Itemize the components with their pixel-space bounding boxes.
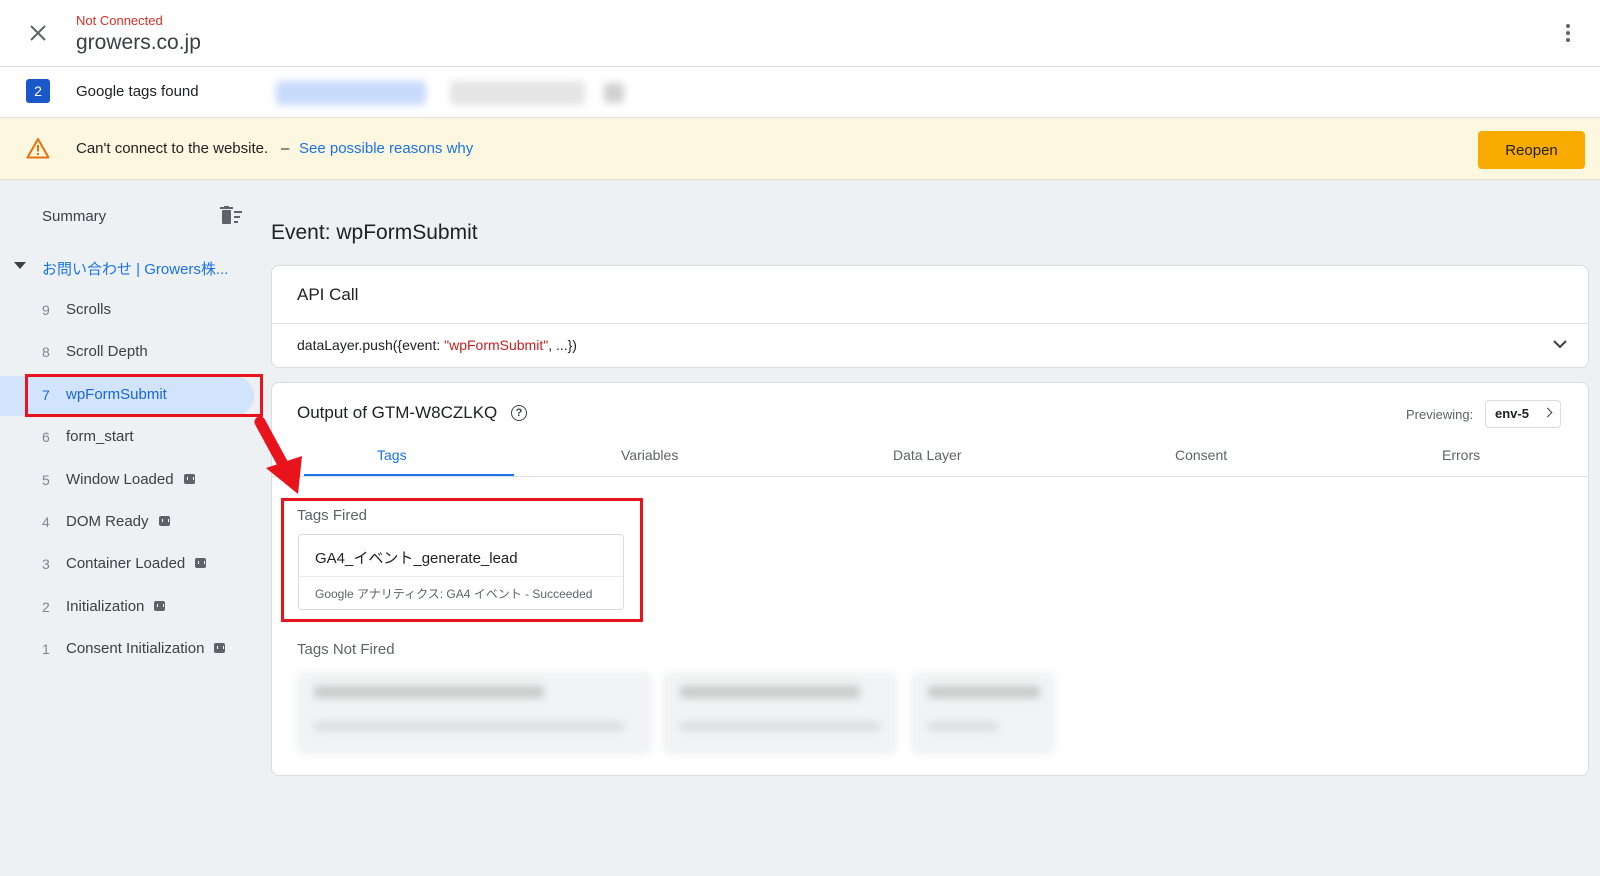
redacted-tag-status — [314, 722, 624, 731]
sidebar-event-item[interactable]: 3 Container Loaded — [0, 545, 262, 585]
code-event-string: "wpFormSubmit" — [444, 337, 549, 353]
code-suffix: , ...}) — [548, 337, 577, 353]
sidebar-event-item[interactable]: 2 Initialization — [0, 588, 262, 628]
divider — [272, 476, 1588, 477]
environment-selector[interactable]: env-5 — [1485, 400, 1561, 428]
divider — [272, 323, 1588, 324]
redacted-tag-name — [928, 686, 1040, 698]
tab-variables[interactable]: Variables — [621, 447, 678, 463]
sidebar-event-item[interactable]: 5 Window Loaded — [0, 461, 262, 501]
event-number: 9 — [42, 302, 50, 318]
api-event-icon — [158, 516, 170, 527]
event-label: form_start — [66, 428, 134, 445]
connection-status: Not Connected — [76, 13, 163, 28]
event-label-text: Container Loaded — [66, 555, 186, 573]
chevron-down-icon[interactable] — [1552, 336, 1568, 352]
sidebar-event-item[interactable]: 1 Consent Initialization — [0, 630, 262, 670]
highlight-box-tags-fired — [281, 498, 643, 622]
event-number: 5 — [42, 471, 50, 488]
event-number: 8 — [42, 344, 50, 361]
more-options-icon[interactable] — [1556, 20, 1580, 46]
domain-title: growers.co.jp — [76, 31, 201, 54]
redacted-tag-card[interactable] — [298, 673, 650, 753]
warning-separator: – — [281, 140, 290, 157]
redacted-tag-chip[interactable] — [276, 81, 426, 105]
event-label: Container Loaded — [66, 555, 207, 573]
event-label-text: Initialization — [66, 597, 145, 615]
redacted-tag-status — [928, 722, 998, 731]
possible-reasons-link[interactable]: See possible reasons why — [299, 140, 473, 157]
api-event-icon — [183, 473, 195, 484]
tags-found-label: Google tags found — [76, 83, 199, 100]
tags-count-badge: 2 — [26, 79, 50, 103]
clear-messages-icon[interactable] — [220, 206, 242, 226]
sidebar-event-item[interactable]: 8 Scroll Depth — [0, 333, 262, 373]
redacted-edit-icon[interactable] — [604, 83, 624, 103]
chevron-right-icon — [1542, 407, 1553, 418]
previewing-label: Previewing: — [1406, 407, 1474, 422]
environment-name: env-5 — [1495, 406, 1529, 421]
top-bar: Not Connected growers.co.jp — [0, 0, 1600, 67]
event-label-text: form_start — [66, 428, 134, 446]
datalayer-push-code[interactable]: dataLayer.push({event: "wpFormSubmit", .… — [297, 337, 577, 353]
redacted-tag-status — [680, 722, 880, 731]
code-prefix: dataLayer.push({event: — [297, 337, 445, 353]
output-title: Output of GTM-W8CZLKQ — [297, 403, 498, 422]
annotation-arrow-icon — [254, 416, 302, 494]
redacted-tag-name — [314, 686, 544, 698]
sidebar-event-item[interactable]: 4 DOM Ready — [0, 503, 262, 543]
event-number: 1 — [42, 641, 50, 658]
redacted-tag-card[interactable] — [912, 673, 1054, 753]
sidebar-page-item[interactable]: お問い合わせ | Growers株... — [14, 258, 254, 280]
event-label-text: DOM Ready — [66, 513, 149, 530]
event-label-text: Window Loaded — [66, 470, 174, 488]
api-event-icon — [214, 643, 226, 654]
event-label: Scroll Depth — [66, 343, 148, 360]
caret-down-icon — [14, 262, 26, 269]
reopen-button[interactable]: Reopen — [1478, 131, 1585, 169]
event-label-text: Scroll Depth — [66, 343, 148, 361]
help-icon[interactable]: ? — [511, 405, 527, 421]
redacted-tag-chip[interactable] — [450, 81, 585, 105]
event-title: Event: wpFormSubmit — [271, 221, 478, 244]
event-label: Initialization — [66, 597, 166, 615]
tab-tags[interactable]: Tags — [377, 447, 407, 463]
event-number: 4 — [42, 514, 50, 530]
tab-data-layer[interactable]: Data Layer — [893, 447, 961, 463]
tab-errors[interactable]: Errors — [1442, 447, 1480, 463]
event-number: 3 — [42, 556, 50, 573]
event-label: Consent Initialization — [66, 640, 226, 658]
api-call-card: API Call dataLayer.push({event: "wpFormS… — [271, 265, 1589, 368]
page-title-label: お問い合わせ | Growers株... — [42, 261, 229, 278]
sidebar-event-item[interactable]: 9 Scrolls — [0, 291, 262, 331]
event-label: Window Loaded — [66, 471, 195, 488]
event-label-text: Consent Initialization — [66, 640, 205, 658]
google-tags-bar: 2 Google tags found — [0, 67, 1600, 118]
event-number: 2 — [42, 598, 50, 615]
warning-message: Can't connect to the website. — [76, 140, 269, 157]
tab-consent[interactable]: Consent — [1175, 447, 1227, 463]
sidebar-event-item[interactable]: 6 form_start — [0, 418, 262, 458]
highlight-box-event — [25, 374, 263, 417]
api-call-title: API Call — [297, 285, 359, 304]
close-icon[interactable] — [24, 19, 52, 47]
redacted-tag-name — [680, 686, 860, 698]
event-number: 6 — [42, 429, 50, 446]
tags-not-fired-label: Tags Not Fired — [297, 641, 395, 658]
warning-icon — [26, 138, 50, 159]
connection-warning-banner: Can't connect to the website. – See poss… — [0, 118, 1600, 180]
event-label: DOM Ready — [66, 513, 170, 530]
api-event-icon — [195, 558, 207, 569]
redacted-tag-card[interactable] — [664, 673, 896, 753]
event-label-text: Scrolls — [66, 301, 112, 318]
event-label: Scrolls — [66, 301, 111, 318]
sidebar-summary[interactable]: Summary — [42, 208, 106, 225]
api-event-icon — [154, 600, 166, 611]
